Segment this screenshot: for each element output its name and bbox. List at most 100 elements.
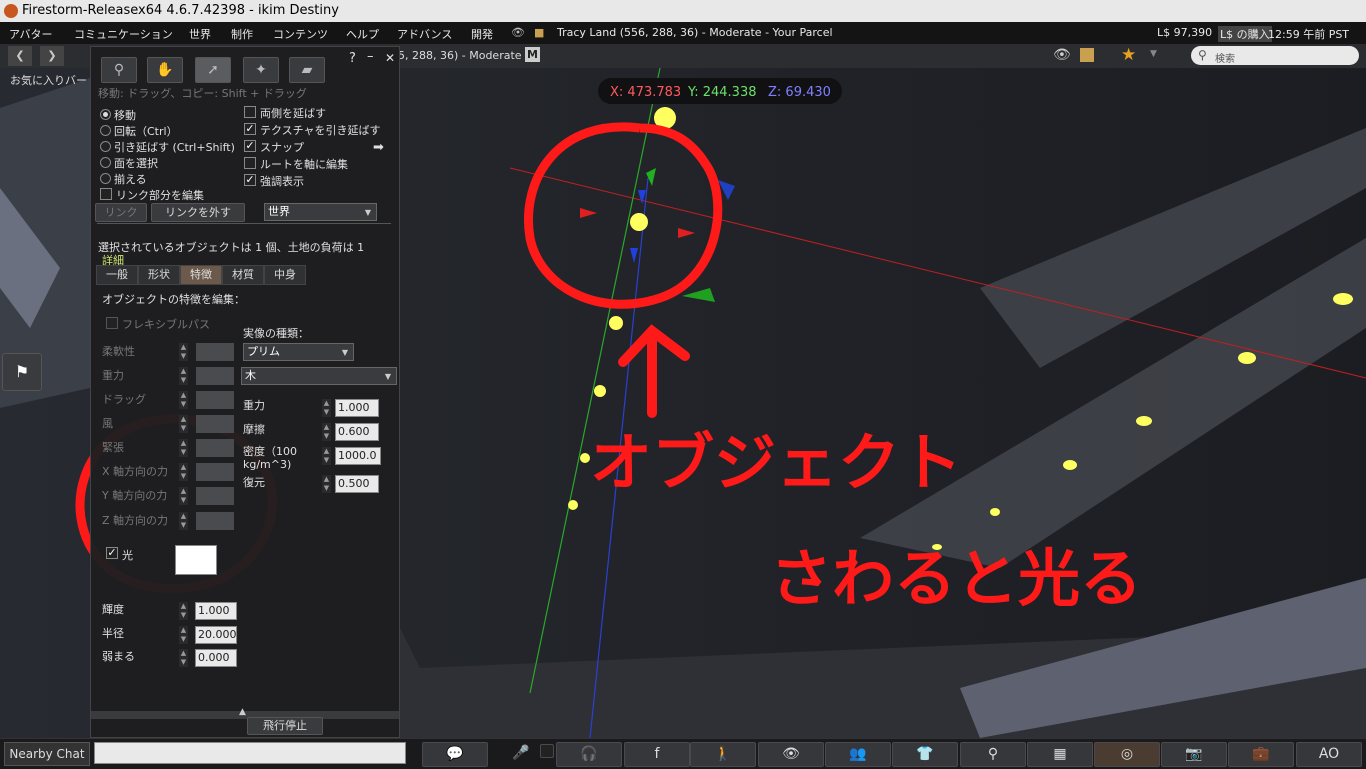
light-object[interactable] <box>1238 352 1256 364</box>
mode-align-radio[interactable] <box>100 173 111 184</box>
tab-texture[interactable]: 材質 <box>222 265 264 285</box>
parcel-icon[interactable]: ■ <box>534 26 544 39</box>
collapse-bar[interactable]: ▲ <box>91 707 399 719</box>
physics-density-stepper[interactable]: ▲ ▼ <box>322 447 331 465</box>
help-button[interactable]: ? <box>349 51 356 66</box>
menu-develop[interactable]: 開発 <box>471 26 493 42</box>
flexible-checkbox[interactable] <box>106 317 118 329</box>
light-radius-stepper[interactable]: ▲ ▼ <box>179 626 188 644</box>
sound-button[interactable]: 🎧 <box>556 742 622 767</box>
mode-stretch-radio[interactable] <box>100 141 111 152</box>
buy-currency-button[interactable]: L$ の購入 <box>1218 26 1272 42</box>
back-button[interactable]: ❮ <box>8 46 32 66</box>
physics-gravity-field[interactable]: 1.000 <box>335 399 379 417</box>
inventory-button[interactable]: 💼 <box>1228 742 1294 767</box>
land-tool-button[interactable]: ▰ <box>289 57 325 83</box>
snap-checkbox[interactable]: ✓ <box>244 140 256 152</box>
light-checkbox[interactable]: ✓ <box>106 547 118 559</box>
light-object[interactable] <box>580 453 590 463</box>
light-falloff-stepper[interactable]: ▲ ▼ <box>179 649 188 667</box>
tab-general[interactable]: 一般 <box>96 265 138 285</box>
eye-icon[interactable]: 👁 <box>1053 47 1071 63</box>
flex-force-y-stepper[interactable]: ▲ ▼ <box>179 487 188 505</box>
flex-softness-stepper[interactable]: ▲ ▼ <box>179 343 188 361</box>
create-tool-button[interactable]: ✦ <box>243 57 279 83</box>
flex-gravity-field[interactable] <box>196 367 234 385</box>
menu-help[interactable]: ヘルプ <box>346 26 379 42</box>
mode-rotate-radio[interactable] <box>100 125 111 136</box>
voice-toggle[interactable] <box>540 744 554 758</box>
physics-restitution-field[interactable]: 0.500 <box>335 475 379 493</box>
link-button[interactable]: リンク <box>95 203 147 222</box>
light-object[interactable] <box>990 508 1000 516</box>
chat-input[interactable] <box>94 742 406 764</box>
stop-flying-button[interactable]: 飛行停止 <box>247 717 323 735</box>
physics-shape-select[interactable]: プリム ▼ <box>243 343 354 361</box>
search-button[interactable]: ⚲ <box>960 742 1026 767</box>
physics-friction-field[interactable]: 0.600 <box>335 423 379 441</box>
flex-force-y-field[interactable] <box>196 487 234 505</box>
light-object[interactable] <box>609 316 623 330</box>
flex-drag-stepper[interactable]: ▲ ▼ <box>179 391 188 409</box>
flex-force-x-stepper[interactable]: ▲ ▼ <box>179 463 188 481</box>
camera-view-button[interactable]: 👁 <box>758 742 824 767</box>
flex-tension-stepper[interactable]: ▲ ▼ <box>179 439 188 457</box>
physics-density-field[interactable]: 1000.0 <box>335 447 381 465</box>
light-radius-field[interactable]: 20.000 <box>195 626 237 644</box>
chevron-down-icon[interactable]: ▼ <box>1150 49 1157 59</box>
close-button[interactable]: ✕ <box>385 51 395 65</box>
unlink-button[interactable]: リンクを外す <box>151 203 245 222</box>
menu-content[interactable]: コンテンツ <box>273 26 328 42</box>
grab-tool-button[interactable]: ✋ <box>147 57 183 83</box>
menu-communication[interactable]: コミュニケーション <box>74 26 173 42</box>
tab-features[interactable]: 特徴 <box>180 265 222 285</box>
location-text[interactable]: Tracy Land (556, 288, 36) - Moderate - Y… <box>557 26 833 39</box>
light-intensity-stepper[interactable]: ▲ ▼ <box>179 602 188 620</box>
search-input[interactable]: ⚲ 検索 <box>1191 46 1359 65</box>
map-button[interactable]: ▦ <box>1027 742 1093 767</box>
physics-restitution-stepper[interactable]: ▲ ▼ <box>322 475 331 493</box>
light-object[interactable] <box>568 500 578 510</box>
arrow-right-icon[interactable]: ➡ <box>373 140 384 155</box>
favorites-bar[interactable]: お気に入りバー <box>10 72 87 88</box>
nearby-chat-button[interactable]: Nearby Chat <box>4 742 90 766</box>
menu-build[interactable]: 制作 <box>231 26 253 42</box>
light-object[interactable] <box>630 213 648 231</box>
forward-button[interactable]: ❯ <box>40 46 64 66</box>
material-select[interactable]: 木 ▼ <box>241 367 397 385</box>
mode-select-face-radio[interactable] <box>100 157 111 168</box>
snapshot-button[interactable]: 📷 <box>1161 742 1227 767</box>
light-color-swatch[interactable] <box>175 545 217 575</box>
focus-tool-button[interactable]: ⚲ <box>101 57 137 83</box>
voice-button[interactable]: 🎤 <box>510 742 532 765</box>
stretch-both-checkbox[interactable] <box>244 106 256 118</box>
physics-gravity-stepper[interactable]: ▲ ▼ <box>322 399 331 417</box>
light-intensity-field[interactable]: 1.000 <box>195 602 237 620</box>
people-button[interactable]: 👥 <box>825 742 891 767</box>
chat-button[interactable]: 💬 <box>422 742 488 767</box>
facebook-button[interactable]: f <box>624 742 690 767</box>
light-object[interactable] <box>1136 416 1152 426</box>
flex-drag-field[interactable] <box>196 391 234 409</box>
edit-root-axis-checkbox[interactable] <box>244 157 256 169</box>
light-object[interactable] <box>1063 460 1077 470</box>
flex-gravity-stepper[interactable]: ▲ ▼ <box>179 367 188 385</box>
favorite-star-icon[interactable]: ★ <box>1121 45 1136 65</box>
menu-avatar[interactable]: アバター <box>9 26 53 42</box>
highlight-checkbox[interactable]: ✓ <box>244 174 256 186</box>
light-falloff-field[interactable]: 0.000 <box>195 649 237 667</box>
mode-move-radio[interactable] <box>100 109 111 120</box>
menu-world[interactable]: 世界 <box>189 26 211 42</box>
minimize-button[interactable]: – <box>367 49 374 64</box>
ruler-mode-select[interactable]: 世界 ▼ <box>264 203 377 221</box>
appearance-button[interactable]: 👕 <box>892 742 958 767</box>
build-button[interactable]: ◎ <box>1094 742 1160 767</box>
light-object[interactable] <box>1333 293 1353 305</box>
flex-wind-field[interactable] <box>196 415 234 433</box>
tab-object[interactable]: 形状 <box>138 265 180 285</box>
flex-force-z-field[interactable] <box>196 512 234 530</box>
physics-friction-stepper[interactable]: ▲ ▼ <box>322 423 331 441</box>
edit-linked-checkbox[interactable] <box>100 188 112 200</box>
stretch-textures-checkbox[interactable]: ✓ <box>244 123 256 135</box>
flex-softness-field[interactable] <box>196 343 234 361</box>
